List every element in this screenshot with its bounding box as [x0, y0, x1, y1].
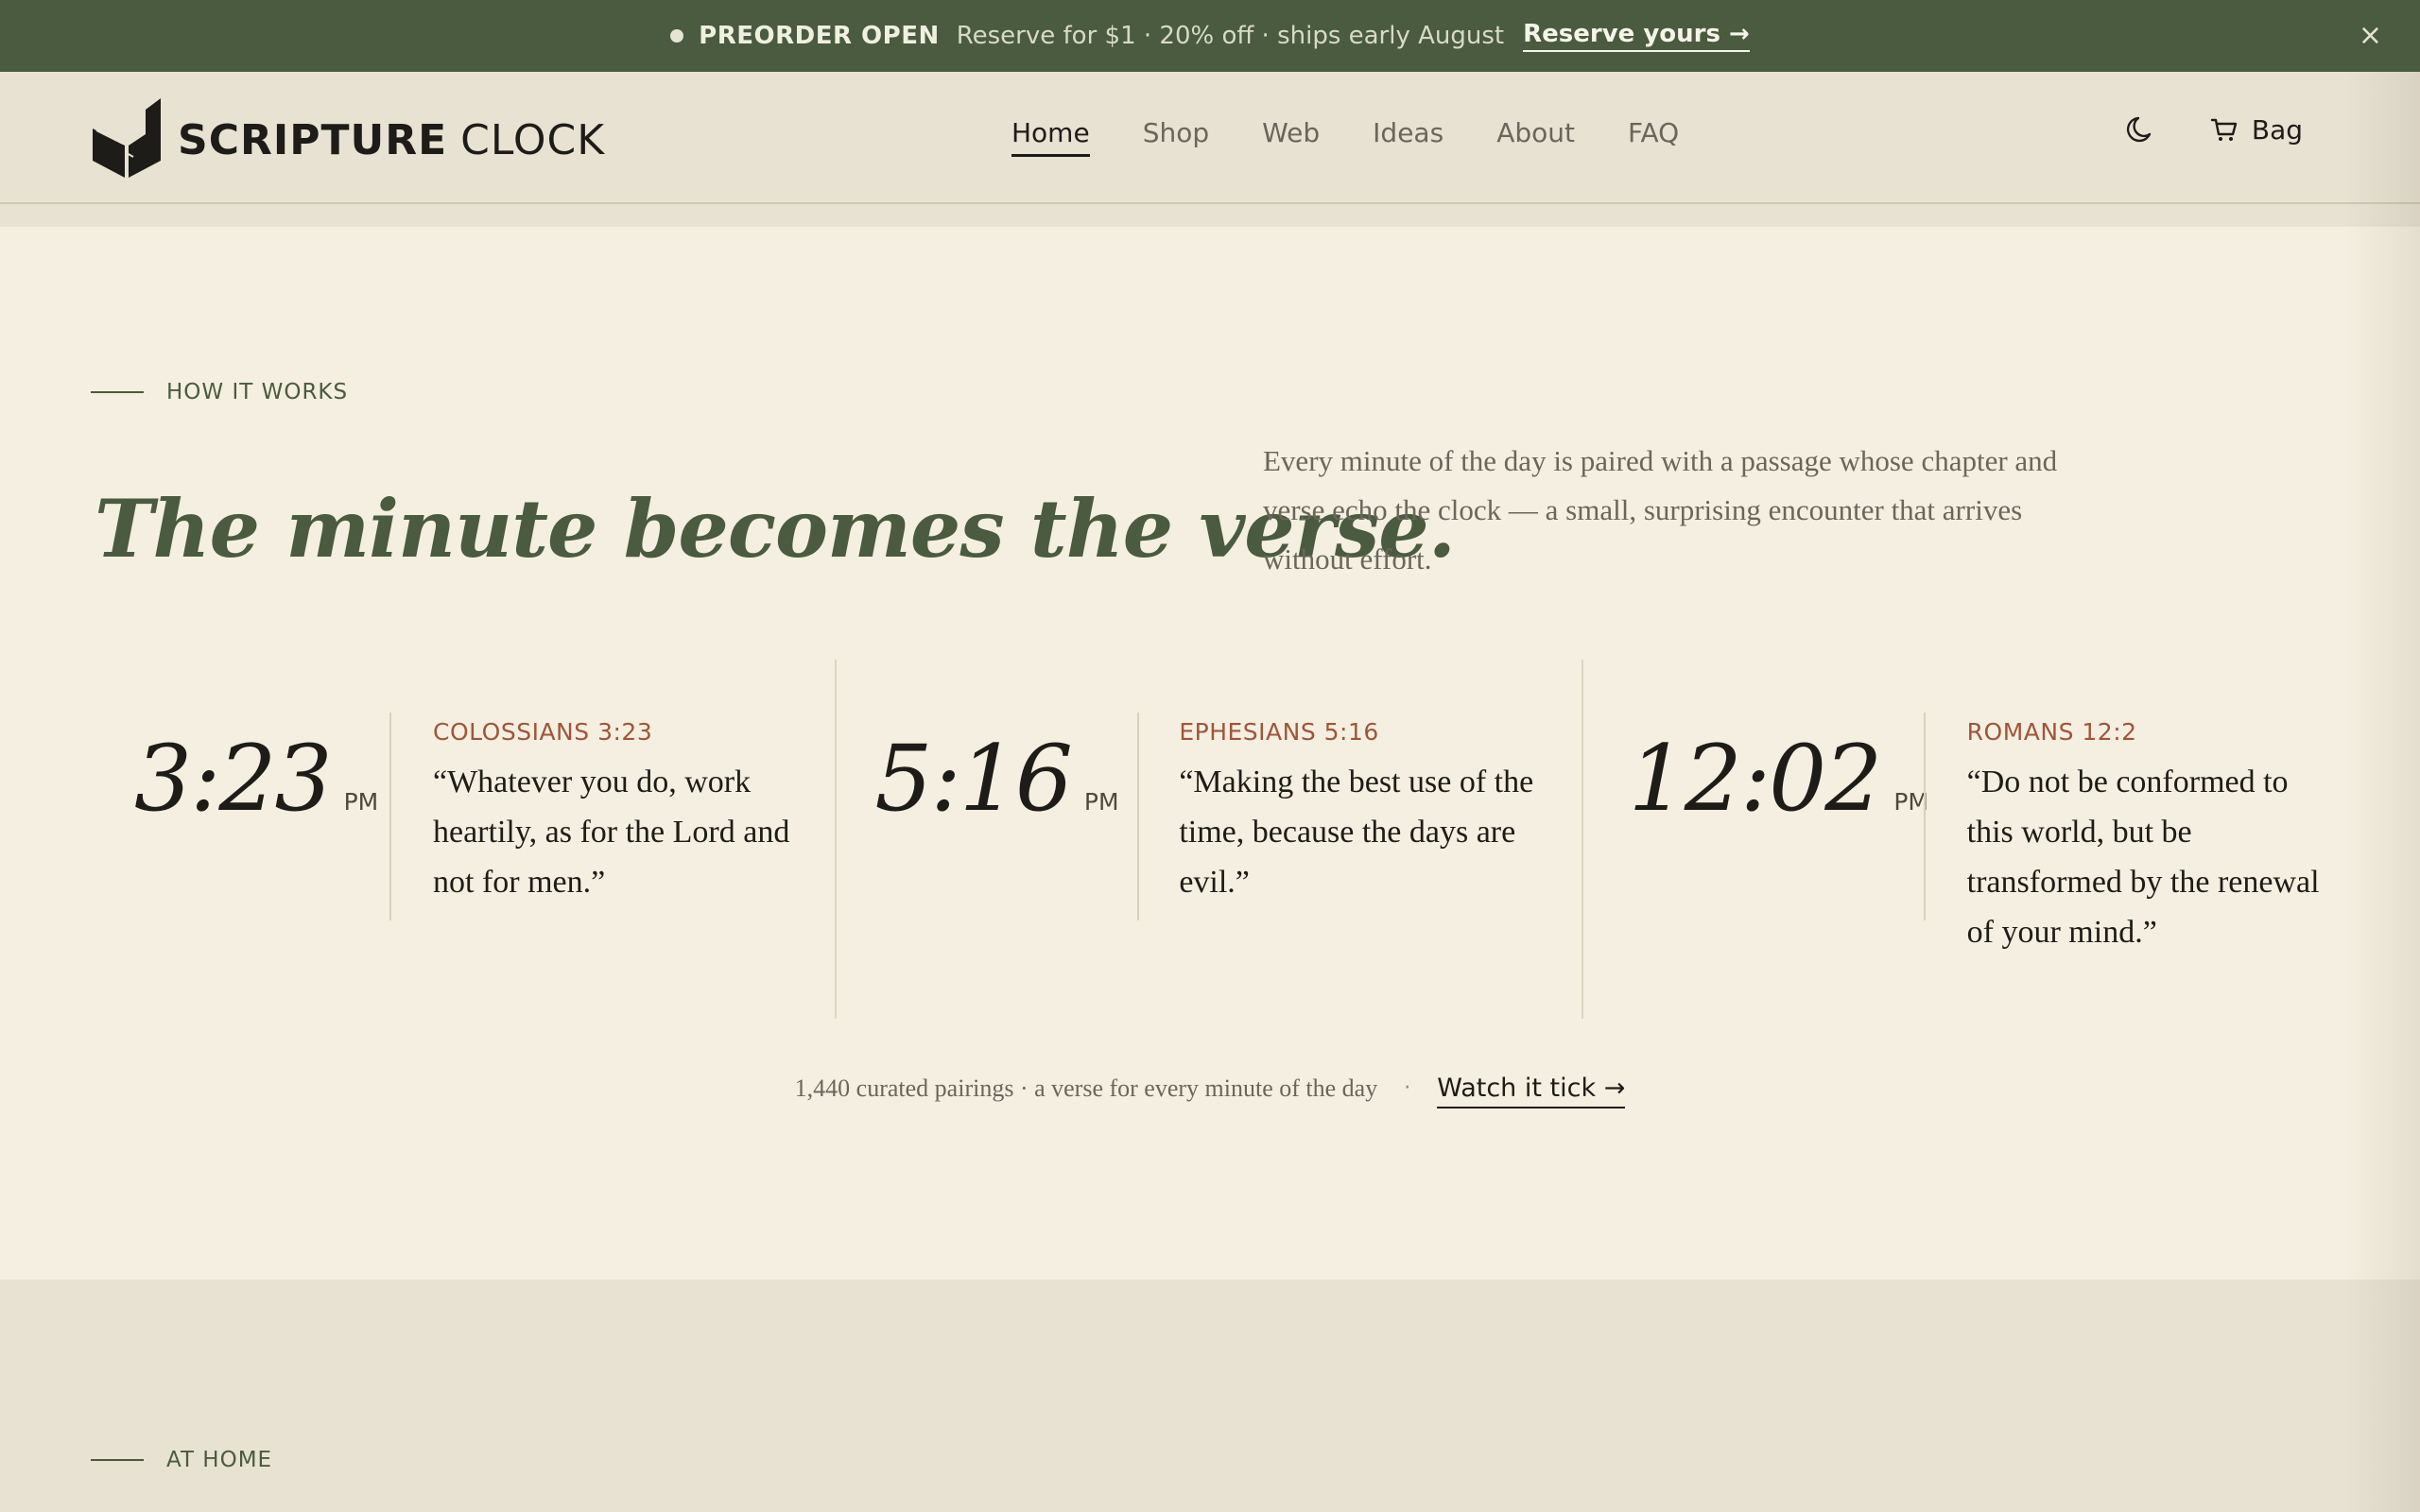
section-eyebrow: AT HOME — [91, 1448, 272, 1472]
pairing-card: 12:02 PM ROMANS 12:2 “Do not be conforme… — [1583, 660, 2329, 1019]
pairing-time: 3:23 PM — [134, 726, 378, 832]
verse-reference: COLOSSIANS 3:23 — [433, 718, 653, 746]
verse-quote: “Whatever you do, work heartily, as for … — [433, 765, 790, 900]
header-actions: Bag — [2125, 113, 2303, 146]
nav-home[interactable]: Home — [1011, 117, 1090, 157]
bag-label: Bag — [2251, 113, 2303, 146]
section-headline: The minute becomes the verse. — [95, 482, 1456, 576]
bag-button[interactable]: Bag — [2210, 114, 2303, 146]
nav-web[interactable]: Web — [1262, 117, 1320, 157]
eyebrow-rule — [91, 391, 144, 393]
nav-faq[interactable]: FAQ — [1628, 117, 1679, 157]
brand-name-light: CLOCK — [460, 115, 606, 164]
clock-time: 12:02 — [1628, 726, 1883, 832]
section-intro: Every minute of the day is paired with a… — [1263, 444, 2058, 576]
pairings-footnote: 1,440 curated pairings · a verse for eve… — [0, 1068, 2420, 1108]
site-header: SCRIPTURE CLOCK Home Shop Web Ideas Abou… — [0, 72, 2420, 204]
moon-icon — [2126, 116, 2152, 143]
theme-toggle-button[interactable] — [2125, 113, 2157, 146]
pairing-time: 12:02 PM — [1629, 726, 1928, 832]
eyebrow-rule — [91, 1459, 144, 1461]
announcement-bar: PREORDER OPEN Reserve for $1 · 20% off ·… — [0, 0, 2420, 72]
verse-quote: “Do not be conformed to this world, but … — [1966, 765, 2320, 950]
verse-reference: EPHESIANS 5:16 — [1179, 718, 1379, 746]
pairing-card: 3:23 PM COLOSSIANS 3:23 “Whatever you do… — [91, 660, 838, 1019]
reserve-link[interactable]: Reserve yours → — [1523, 20, 1750, 52]
verse-reference: ROMANS 12:2 — [1966, 718, 2137, 746]
book-clock-icon — [91, 96, 178, 183]
brand-name-bold: SCRIPTURE — [178, 115, 448, 164]
pairing-divider — [1137, 713, 1140, 920]
section-eyebrow: HOW IT WORKS — [91, 380, 348, 404]
pairing-card: 5:16 PM EPHESIANS 5:16 “Making the best … — [837, 660, 1583, 1019]
watch-it-tick-link[interactable]: Watch it tick → — [1437, 1074, 1626, 1108]
announcement-message: Reserve for $1 · 20% off · ships early A… — [956, 22, 1505, 50]
verse-pairings: 3:23 PM COLOSSIANS 3:23 “Whatever you do… — [91, 660, 2329, 1019]
nav-ideas[interactable]: Ideas — [1373, 117, 1443, 157]
am-pm-label: PM — [1083, 788, 1119, 816]
verse-quote: “Making the best use of the time, becaus… — [1179, 765, 1534, 900]
pairing-time: 5:16 PM — [874, 726, 1118, 832]
clock-time: 5:16 — [874, 726, 1073, 832]
eyebrow-label: AT HOME — [166, 1448, 273, 1472]
pairing-verse: ROMANS 12:2 “Do not be conformed to this… — [1967, 718, 2326, 957]
am-pm-label: PM — [343, 788, 379, 816]
clock-time: 3:23 — [134, 726, 333, 832]
at-home-section: AT HOME — [0, 1280, 2420, 1512]
main-nav: Home Shop Web Ideas About FAQ — [1011, 117, 1679, 157]
nav-about[interactable]: About — [1496, 117, 1575, 157]
nav-shop[interactable]: Shop — [1143, 117, 1209, 157]
pairing-divider — [389, 713, 391, 920]
pairing-divider — [1923, 713, 1926, 920]
cart-icon — [2210, 118, 2238, 141]
pairing-verse: EPHESIANS 5:16 “Making the best use of t… — [1179, 718, 1538, 907]
how-it-works-section: HOW IT WORKS The minute becomes the vers… — [0, 227, 2420, 1280]
close-icon[interactable]: × — [2359, 19, 2382, 53]
eyebrow-label: HOW IT WORKS — [166, 380, 349, 404]
brand-logo[interactable]: SCRIPTURE CLOCK — [91, 98, 605, 181]
status-dot — [670, 29, 684, 43]
footnote-text: 1,440 curated pairings · a verse for eve… — [794, 1074, 1378, 1102]
pairing-verse: COLOSSIANS 3:23 “Whatever you do, work h… — [433, 718, 792, 907]
footnote-separator: · — [1404, 1076, 1411, 1100]
preorder-badge: PREORDER OPEN — [699, 22, 940, 50]
